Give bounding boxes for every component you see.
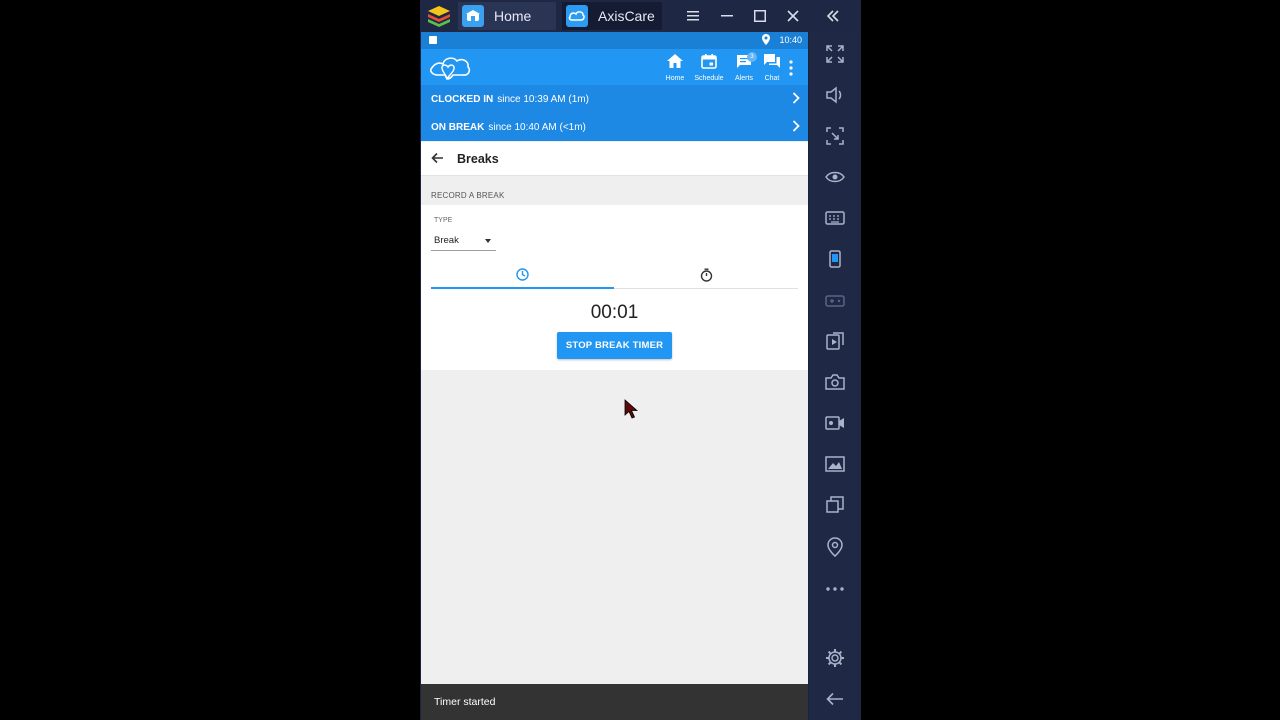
eye-icon[interactable]	[823, 165, 847, 189]
chevron-right-icon	[792, 92, 800, 104]
nav-schedule[interactable]: Schedule	[689, 52, 729, 87]
settings-gear-icon[interactable]	[823, 646, 847, 670]
on-break-label: ON BREAK	[431, 121, 485, 133]
multi-instance-icon[interactable]	[823, 493, 847, 517]
tab-axiscare-label: AxisCare	[598, 8, 655, 24]
on-break-banner[interactable]: ON BREAK since 10:40 AM (<1m)	[421, 113, 808, 141]
gallery-icon[interactable]	[823, 452, 847, 476]
camera-icon[interactable]	[823, 370, 847, 394]
fullscreen-icon[interactable]	[823, 42, 847, 66]
menu-icon[interactable]	[678, 0, 708, 32]
tab-stopwatch[interactable]	[615, 261, 798, 289]
install-apk-icon[interactable]	[823, 329, 847, 353]
location-icon	[762, 34, 770, 45]
back-arrow-icon[interactable]	[431, 152, 444, 164]
break-card: TYPE Break 00:01 STOP BREAK TIMER	[421, 205, 808, 370]
nav-chat-label: Chat	[764, 75, 780, 82]
tab-axiscare[interactable]: AxisCare	[562, 2, 662, 30]
chat-icon	[764, 54, 780, 68]
emulator-sidebar	[809, 32, 861, 720]
status-time: 10:40	[779, 35, 802, 45]
bluestacks-logo-icon[interactable]	[426, 4, 452, 28]
location-pin-icon[interactable]	[823, 535, 847, 559]
section-label: RECORD A BREAK	[431, 191, 505, 200]
dropdown-caret-icon	[485, 239, 491, 243]
notification-icon	[429, 36, 437, 44]
axiscare-logo-icon[interactable]	[429, 53, 473, 81]
timer-display: 00:01	[590, 302, 639, 323]
maximize-icon[interactable]	[745, 0, 775, 32]
axiscare-app-icon	[566, 5, 588, 27]
type-label: TYPE	[434, 217, 453, 224]
home-icon	[667, 54, 683, 68]
screen-select-icon[interactable]	[823, 124, 847, 148]
nav-chat[interactable]: Chat	[755, 52, 789, 84]
android-screen: 10:40 Home Schedule 3 Alerts Chat CLOCKE…	[421, 32, 808, 720]
type-select[interactable]: Break	[431, 229, 496, 251]
keyboard-icon[interactable]	[823, 206, 847, 230]
mouse-cursor-icon	[624, 399, 638, 419]
page-header: Breaks	[421, 142, 808, 176]
tab-home[interactable]: Home	[458, 2, 556, 30]
video-record-icon[interactable]	[823, 411, 847, 435]
clocked-in-label: CLOCKED IN	[431, 93, 494, 105]
tab-home-label: Home	[494, 8, 532, 24]
emulator-window: Home AxisCare 10:40 Home Schedule 3 Aler…	[420, 0, 861, 720]
snackbar-message: Timer started	[434, 696, 496, 708]
nav-home[interactable]: Home	[658, 52, 692, 84]
tab-clock[interactable]	[431, 261, 614, 289]
nav-schedule-label: Schedule	[694, 75, 724, 82]
title-bar: Home AxisCare	[420, 0, 861, 32]
nav-home-label: Home	[665, 75, 685, 82]
snackbar: Timer started	[421, 684, 808, 720]
status-bar: 10:40	[421, 32, 808, 49]
back-icon[interactable]	[823, 687, 847, 711]
stop-break-timer-button[interactable]: STOP BREAK TIMER	[557, 332, 672, 359]
volume-icon[interactable]	[823, 83, 847, 107]
collapse-sidebar-icon[interactable]	[818, 0, 848, 32]
on-break-text: since 10:40 AM (<1m)	[488, 121, 586, 133]
clock-icon	[516, 267, 529, 281]
home-app-icon	[462, 5, 484, 27]
close-icon[interactable]	[778, 0, 808, 32]
type-value: Break	[434, 235, 459, 246]
timer-mode-tabs	[431, 261, 798, 289]
phone-rotate-icon[interactable]	[823, 247, 847, 271]
chevron-right-icon	[792, 120, 800, 132]
clocked-in-banner[interactable]: CLOCKED IN since 10:39 AM (1m)	[421, 85, 808, 113]
clocked-in-text: since 10:39 AM (1m)	[497, 93, 589, 105]
stopwatch-icon	[700, 268, 713, 282]
gamepad-icon[interactable]	[823, 288, 847, 312]
more-vert-icon[interactable]	[785, 58, 797, 78]
more-options-icon[interactable]	[823, 577, 847, 601]
minimize-icon[interactable]	[712, 0, 742, 32]
page-title: Breaks	[457, 152, 499, 166]
app-bar: Home Schedule 3 Alerts Chat	[421, 49, 808, 87]
calendar-icon	[701, 54, 717, 69]
